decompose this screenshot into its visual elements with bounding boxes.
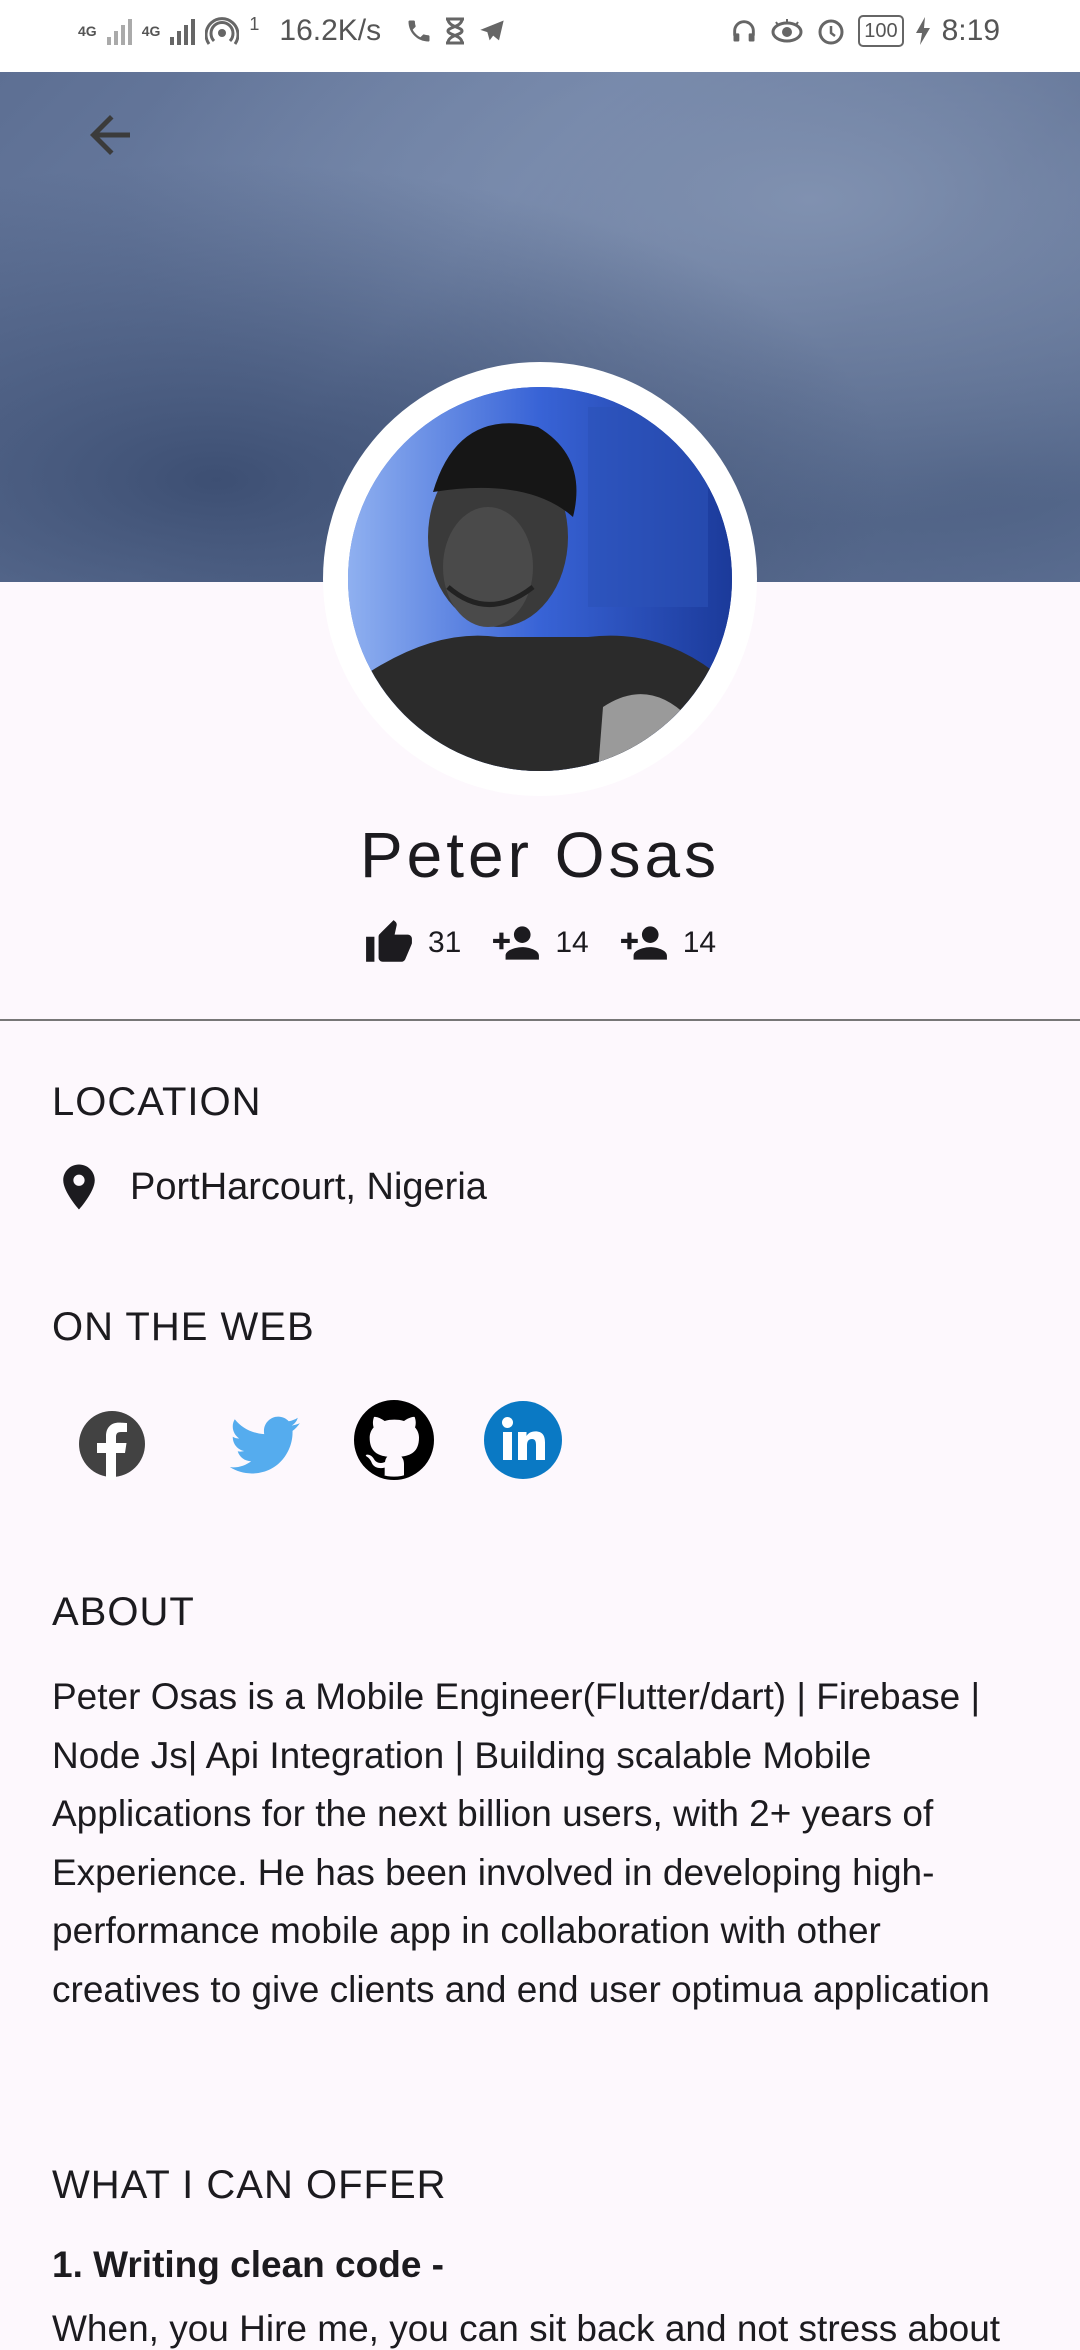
avatar[interactable] xyxy=(348,387,732,771)
linkedin-icon xyxy=(484,1401,562,1479)
twitter-icon xyxy=(229,1416,300,1474)
hotspot-count: 1 xyxy=(249,13,260,34)
network-type-1: 4G xyxy=(78,23,97,39)
likes-count: 31 xyxy=(427,926,462,959)
about-title: ABOUT xyxy=(52,1590,195,1634)
clock: 8:19 xyxy=(941,14,1000,47)
headset-icon xyxy=(733,20,756,42)
status-right: 100 8:19 xyxy=(730,14,1000,48)
arrow-back-icon xyxy=(90,115,130,155)
followers-count: 14 xyxy=(555,926,589,959)
web-title: ON THE WEB xyxy=(52,1305,315,1349)
status-bar: 4G 4G 1 16.2K/s 100 8:19 xyxy=(0,0,1080,72)
phone-icon xyxy=(408,20,430,42)
twitter-link[interactable] xyxy=(224,1404,308,1484)
signal-2-icon xyxy=(170,17,196,45)
alarm-icon xyxy=(818,19,844,45)
github-link[interactable] xyxy=(354,1400,434,1480)
location-pin-icon xyxy=(63,1164,95,1210)
following-stat[interactable]: 14 xyxy=(619,918,716,968)
offer-item-title: 1. Writing clean code - xyxy=(52,2244,445,2285)
network-type-2: 4G xyxy=(141,23,161,39)
following-count: 14 xyxy=(682,926,717,959)
followers-stat[interactable]: 14 xyxy=(491,918,589,968)
hourglass-icon xyxy=(446,17,465,45)
charging-icon xyxy=(915,17,930,45)
telegram-icon xyxy=(480,20,504,41)
hotspot-icon xyxy=(205,17,240,45)
facebook-icon xyxy=(79,1411,145,1480)
battery-level: 100 xyxy=(858,15,904,47)
profile-name: Peter Osas xyxy=(359,819,721,891)
person-add-icon xyxy=(493,926,540,960)
likes-stat[interactable]: 31 xyxy=(364,918,461,968)
location-title: LOCATION xyxy=(52,1080,262,1124)
location-value: PortHarcourt, Nigeria xyxy=(130,1165,487,1208)
location-row: PortHarcourt, Nigeria xyxy=(52,1160,487,1214)
github-icon xyxy=(354,1400,434,1480)
about-text: Peter Osas is a Mobile Engineer(Flutter/… xyxy=(52,1676,990,2010)
offer-title: WHAT I CAN OFFER xyxy=(52,2163,447,2207)
status-left: 4G 4G 1 16.2K/s xyxy=(78,14,507,48)
facebook-link[interactable] xyxy=(72,1404,152,1484)
eye-icon xyxy=(771,19,803,43)
back-button[interactable] xyxy=(70,100,150,170)
avatar-frame xyxy=(323,362,757,796)
linkedin-link[interactable] xyxy=(483,1400,563,1480)
avatar-photo xyxy=(348,387,732,771)
thumb-up-icon xyxy=(366,920,412,962)
social-links xyxy=(0,1400,1080,1490)
signal-1-icon xyxy=(106,17,132,45)
divider xyxy=(0,1019,1080,1021)
profile-stats: 31 14 14 xyxy=(0,918,1080,968)
network-speed: 16.2K/s xyxy=(279,14,382,47)
person-add-icon xyxy=(620,926,667,960)
offer-item-description: When, you Hire me, you can sit back and … xyxy=(52,2308,1001,2349)
